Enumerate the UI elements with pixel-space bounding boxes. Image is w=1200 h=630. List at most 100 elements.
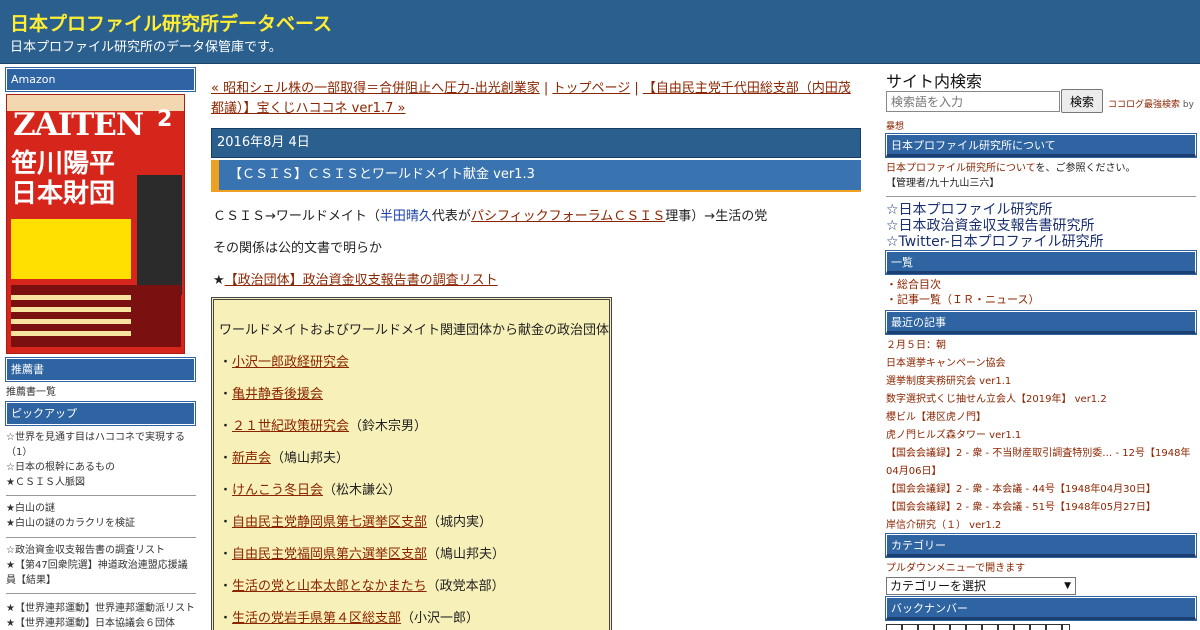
- recommended-list: 推薦書一覧: [6, 385, 196, 400]
- search-title: サイト内検索: [886, 72, 983, 91]
- search-note-author[interactable]: 暴想: [886, 122, 904, 132]
- box-item-link[interactable]: 自由民主党静岡県第七選挙区支部: [232, 515, 427, 530]
- box-item: ・自由民主党静岡県第七選挙区支部（城内実）: [219, 515, 493, 530]
- prev-post-link[interactable]: « 昭和シェル株の一部取得＝合併阻止へ圧力-出光創業家: [211, 81, 540, 96]
- recent-item[interactable]: 【国会会議録】2 - 衆 - 不当財産取引調査特別委… - 12号【1948年0…: [886, 445, 1196, 481]
- box-item-link[interactable]: けんこう冬日会: [232, 483, 323, 498]
- cover-text-line: [11, 319, 131, 324]
- box-item-note: （鳩山邦夫）: [271, 451, 350, 466]
- box-item-note: （政党本部）: [426, 579, 505, 594]
- pickup-divider: [6, 593, 196, 594]
- pickup-link[interactable]: ★【世界連邦運動】世界連邦運動派リスト: [6, 603, 195, 614]
- about-text: を、ご参照ください。: [1035, 163, 1136, 174]
- box-item: ・生活の党と山本太郎となかまたち（政党本部）: [219, 579, 505, 594]
- site-description: 日本プロファイル研究所のデータ保管庫です。: [10, 40, 282, 55]
- category-select[interactable]: カテゴリーを選択 ▼: [886, 577, 1076, 595]
- backnumber-heading: バックナンバー: [885, 596, 1197, 621]
- recent-item[interactable]: 岸信介研究（１） ver1.2: [886, 517, 1196, 535]
- about-section: 日本プロファイル研究所についてを、ご参照ください。 【管理者/九十九山三六】: [886, 161, 1196, 191]
- index-item[interactable]: ・総合目次: [886, 277, 1196, 292]
- pickup-link[interactable]: ☆日本の根幹にあるもの: [6, 462, 115, 473]
- cover-headline-2: 日本財団: [11, 179, 116, 209]
- recent-item[interactable]: 虎ノ門ヒルズ森タワー ver1.1: [886, 427, 1196, 445]
- cover-headline-1: 笹川陽平: [11, 149, 116, 179]
- pickup-link[interactable]: ☆世界を見通す目はハココネで実現する（1）: [6, 432, 185, 458]
- box-item-link[interactable]: 亀井静香後援会: [232, 387, 323, 402]
- recent-item[interactable]: 【国会会議録】2 - 衆 - 本会議 - 51号【1948年05月27日】: [886, 499, 1196, 517]
- profile-link[interactable]: ☆日本プロファイル研究所: [886, 202, 1104, 218]
- pickup-divider: [6, 495, 196, 496]
- recent-item[interactable]: ２月５日：朝: [886, 337, 1196, 355]
- box-item: ・２１世紀政策研究会（鈴木宗男）: [219, 419, 428, 434]
- search-note-by: by: [1182, 100, 1194, 110]
- para1-before: ＣＳＩＳ→ワールドメイト（: [213, 209, 380, 224]
- box-item: ・自由民主党福岡県第六選挙区支部（鳩山邦夫）: [219, 547, 506, 562]
- box-item-link[interactable]: 生活の党岩手県第４区総支部: [232, 611, 401, 626]
- pickup-link[interactable]: ★【世界連邦運動】日本協議会６団体: [6, 618, 175, 629]
- site-header: 日本プロファイル研究所データベース 日本プロファイル研究所のデータ保管庫です。: [0, 0, 1200, 64]
- recent-item[interactable]: 【国会会議録】2 - 衆 - 本会議 - 44号【1948年04月30日】: [886, 481, 1196, 499]
- pickup-link[interactable]: ★白山の謎のカラクリを検証: [6, 518, 135, 529]
- chevron-down-icon: ▼: [1064, 581, 1071, 591]
- box-item-note: （城内実）: [427, 515, 493, 530]
- box-item-link[interactable]: 生活の党と山本太郎となかまたち: [232, 579, 427, 594]
- pickup-divider: [6, 537, 196, 538]
- box-item: ・小沢一郎政経研究会: [219, 355, 350, 370]
- recent-item[interactable]: 選挙制度実務研究会 ver1.1: [886, 373, 1196, 391]
- backnumber-calendar[interactable]: [886, 624, 1070, 630]
- box-item-link[interactable]: ２１世紀政策研究会: [232, 419, 349, 434]
- para1-after: 理事）→生活の党: [665, 209, 768, 224]
- box-heading: ワールドメイトおよびワールドメイト関連団体から献金の政治団体: [219, 323, 610, 338]
- pickup-link[interactable]: ☆政治資金収支報告書の調査リスト: [6, 545, 165, 556]
- search-note-link[interactable]: ココログ最強検索: [1108, 100, 1180, 110]
- pickup-group-4: ★【世界連邦運動】世界連邦運動派リスト ★【世界連邦運動】日本協議会６団体: [6, 601, 196, 630]
- pickup-link[interactable]: ★ＣＳＩＳ人脈図: [6, 477, 85, 488]
- para1-mid: 代表が: [431, 209, 471, 224]
- nav-separator: |: [543, 81, 549, 96]
- index-item[interactable]: ・記事一覧（ＩＲ・ニュース）: [886, 292, 1196, 307]
- book-cover-image[interactable]: ZAITEN 2 笹川陽平 日本財団: [6, 94, 185, 354]
- box-item: ・亀井静香後援会: [219, 387, 324, 402]
- about-link[interactable]: 日本プロファイル研究所について: [886, 163, 1036, 174]
- recent-item[interactable]: 日本選挙キャンペーン協会: [886, 355, 1196, 373]
- about-heading: 日本プロファイル研究所について: [885, 133, 1197, 158]
- pickup-heading: ピックアップ: [5, 401, 196, 426]
- box-item-link[interactable]: 新声会: [232, 451, 271, 466]
- recent-item[interactable]: 櫻ビル【港区虎ノ門】: [886, 409, 1196, 427]
- recommended-books-link[interactable]: 推薦書一覧: [6, 387, 56, 398]
- right-sidebar: サイト内検索 ココログ最強検索 by 暴想 検索 日本プロファイル研究所について…: [884, 64, 1200, 630]
- funding-report-link[interactable]: 【政治団体】政治資金収支報告書の調査リスト: [225, 273, 498, 288]
- box-item: ・生活の党岩手県第４区総支部（小沢一郎）: [219, 611, 480, 626]
- pickup-group-2: ★白山の謎 ★白山の謎のカラクリを検証: [6, 501, 196, 531]
- cover-text-line: [11, 307, 131, 312]
- cover-headline: 笹川陽平 日本財団: [11, 149, 115, 209]
- cover-text-line: [11, 331, 131, 336]
- cover-logo: ZAITEN: [13, 107, 144, 143]
- box-item-note: （鳩山邦夫）: [427, 547, 506, 562]
- box-item-note: （鈴木宗男）: [349, 419, 428, 434]
- recent-item[interactable]: 数字選択式くじ抽せん立会人【2019年】 ver1.2: [886, 391, 1196, 409]
- post-date: 2016年8月 4日: [211, 128, 861, 158]
- cover-text-line: [11, 295, 131, 300]
- recommended-heading: 推薦書: [5, 357, 196, 382]
- pickup-link[interactable]: ★白山の謎: [6, 503, 55, 514]
- box-item: ・けんこう冬日会（松木謙公）: [219, 483, 402, 498]
- admin-text: 【管理者/九十九山三六】: [886, 178, 1000, 189]
- cover-dark-block: [137, 175, 182, 295]
- box-item-note: （小沢一郎）: [401, 611, 480, 626]
- pacific-forum-link[interactable]: パシフィックフォーラムＣＳＩＳ: [471, 209, 665, 224]
- search-input[interactable]: [886, 91, 1060, 112]
- profile-link[interactable]: ☆Twitter-日本プロファイル研究所: [886, 234, 1104, 250]
- box-item-link[interactable]: 自由民主党福岡県第六選挙区支部: [232, 547, 427, 562]
- amazon-heading: Amazon: [5, 67, 196, 92]
- index-heading: 一覧: [885, 250, 1197, 275]
- box-item-link[interactable]: 小沢一郎政経研究会: [232, 355, 349, 370]
- pickup-link[interactable]: ★【第47回衆院選】神道政治連盟応援議員【結果】: [6, 560, 188, 586]
- search-button[interactable]: 検索: [1061, 89, 1103, 113]
- site-title[interactable]: 日本プロファイル研究所データベース: [10, 9, 332, 36]
- star-mark: ★: [213, 273, 225, 288]
- post-title[interactable]: 【ＣＳＩＳ】ＣＳＩＳとワールドメイト献金 ver1.3: [211, 160, 861, 190]
- donation-box: ワールドメイトおよびワールドメイト関連団体から献金の政治団体 ・小沢一郎政経研究…: [211, 297, 612, 630]
- top-page-link[interactable]: トップページ: [552, 81, 630, 96]
- profile-link[interactable]: ☆日本政治資金収支報告書研究所: [886, 218, 1104, 234]
